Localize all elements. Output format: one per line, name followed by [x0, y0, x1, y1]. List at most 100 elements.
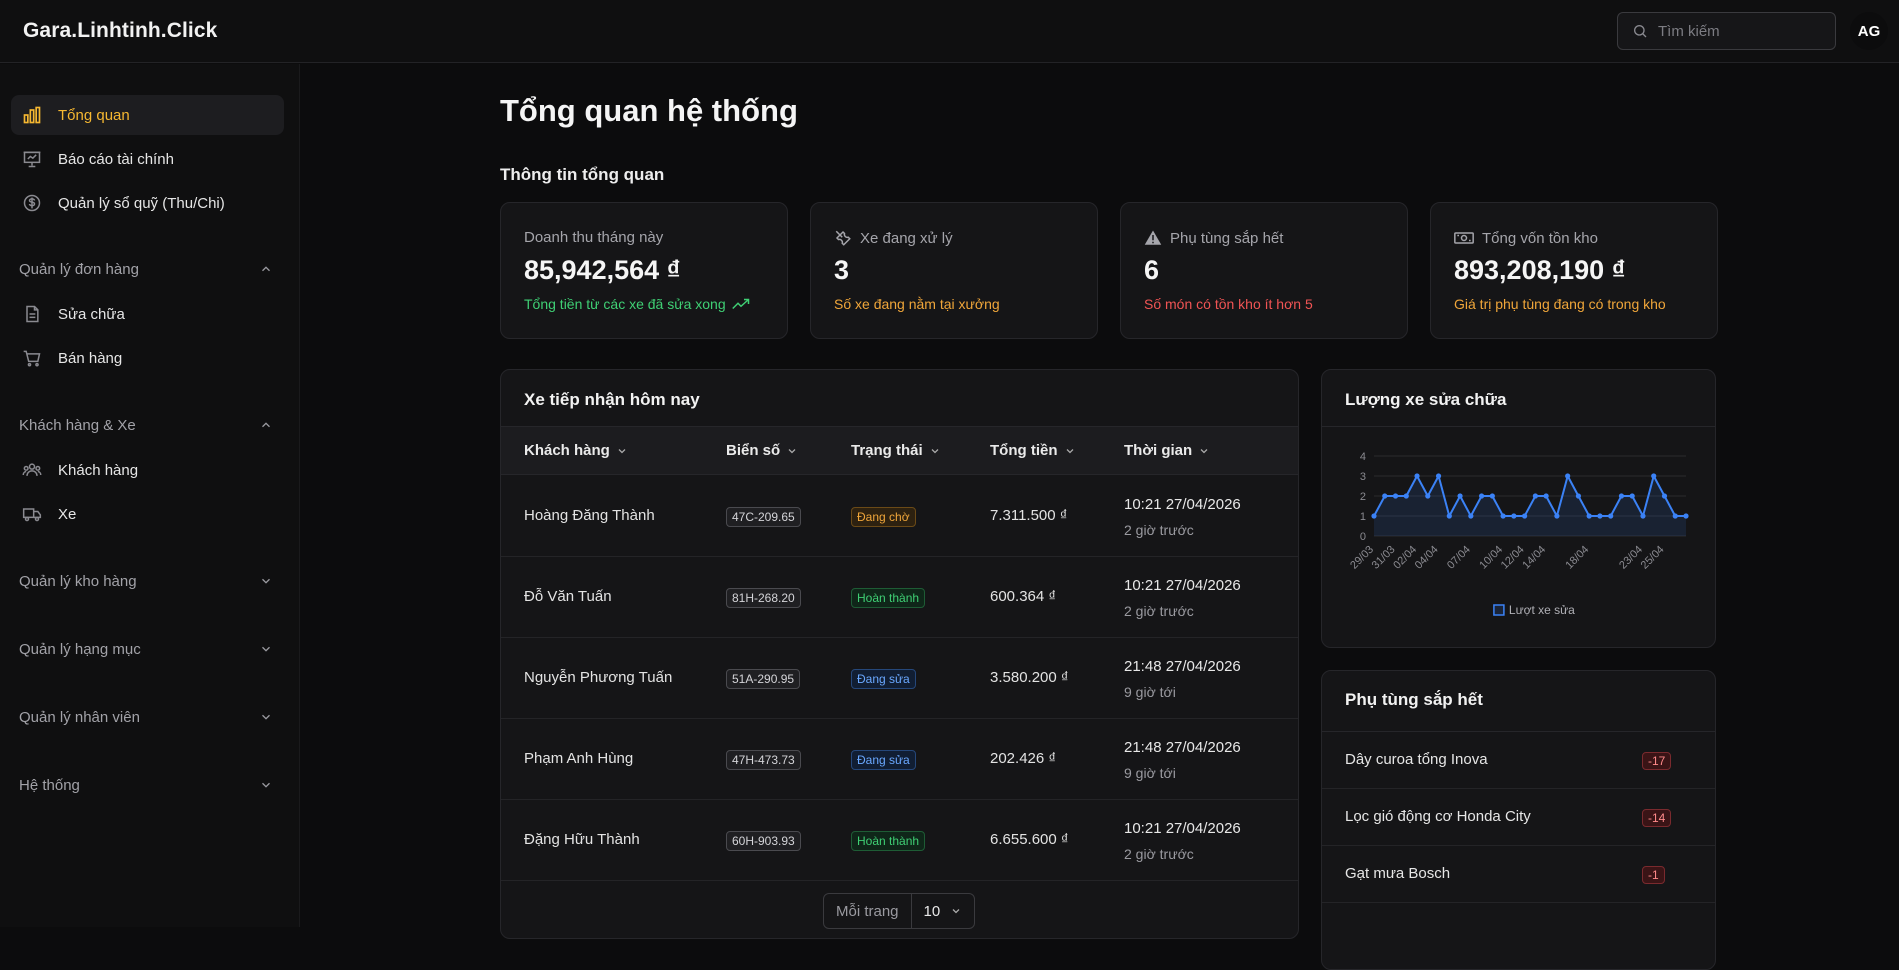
- x-tick-label: 29/03: [1348, 544, 1376, 572]
- sidebar-group-system[interactable]: Hệ thống: [19, 771, 273, 799]
- card-label-text: Phụ tùng sắp hết: [1170, 229, 1284, 247]
- column-header-status[interactable]: Trạng thái: [851, 442, 941, 459]
- tools-icon: [835, 230, 851, 246]
- chevron-down-icon: [1200, 448, 1208, 453]
- data-point: [1661, 493, 1668, 499]
- data-point: [1565, 473, 1571, 479]
- sidebar-group-inventory[interactable]: Quản lý kho hàng: [19, 567, 273, 595]
- list-item[interactable]: Lọc gió động cơ Honda City -14: [1322, 789, 1715, 846]
- status-badge: Hoàn thành: [851, 588, 926, 608]
- sidebar-item-repair[interactable]: Sửa chữa: [11, 294, 284, 334]
- card-label: Phụ tùng sắp hết: [1144, 229, 1283, 247]
- card-value: 85,942,564 ₫: [524, 255, 681, 285]
- repair-chart-title: Lượng xe sửa chữa: [1345, 390, 1507, 409]
- table-row[interactable]: Hoàng Đăng Thành 47C-209.65 Đang chờ 7.3…: [501, 476, 1298, 557]
- time: 10:21 27/04/2026: [1124, 496, 1241, 513]
- x-tick-label: 12/04: [1499, 544, 1527, 572]
- page-size-dropdown[interactable]: 10: [912, 894, 975, 928]
- card-sub: Số xe đang nằm tại xưởng: [834, 296, 1000, 312]
- sidebar-item-financial-report[interactable]: Báo cáo tài chính: [11, 139, 284, 179]
- card-value: 6: [1144, 255, 1160, 285]
- sidebar-group-categories[interactable]: Quản lý hạng mục: [19, 635, 273, 663]
- sidebar-item-cashbook[interactable]: Quản lý sổ quỹ (Thu/Chi): [11, 183, 284, 223]
- y-tick-label: 0: [1360, 531, 1366, 543]
- sidebar-group-staff[interactable]: Quản lý nhân viên: [19, 703, 273, 731]
- low-stock-card: Phụ tùng sắp hết 6 Số món có tồn kho ít …: [1120, 202, 1408, 339]
- column-header-time[interactable]: Thời gian: [1124, 442, 1210, 459]
- chevron-down-icon: [262, 782, 270, 788]
- column-header-label: Trạng thái: [851, 442, 923, 459]
- data-point: [1672, 513, 1678, 519]
- data-point: [1435, 473, 1442, 479]
- sidebar-item-vehicles[interactable]: Xe: [11, 494, 284, 534]
- dollar-circle-icon: [21, 192, 43, 214]
- card-label: Doanh thu tháng này: [524, 229, 664, 246]
- total-amount: 6.655.600 ₫: [990, 831, 1069, 848]
- column-header-label: Biển số: [726, 442, 781, 459]
- part-name: Lọc gió động cơ Honda City: [1345, 808, 1531, 825]
- card-sub-text: Số món có tồn kho ít hơn 5: [1144, 296, 1313, 312]
- sidebar-item-sales[interactable]: Bán hàng: [11, 338, 284, 378]
- sidebar-group-label: Quản lý nhân viên: [19, 708, 140, 726]
- table-row[interactable]: Phạm Anh Hùng 47H-473.73 Đang sửa 202.42…: [501, 719, 1298, 800]
- sidebar-group-orders[interactable]: Quản lý đơn hàng: [19, 255, 273, 283]
- status-badge: Hoàn thành: [851, 831, 926, 851]
- stock-badge: -17: [1642, 752, 1672, 770]
- status-badge: Đang sửa: [851, 669, 916, 689]
- data-point: [1683, 513, 1689, 519]
- low-stock-parts-title: Phụ tùng sắp hết: [1345, 690, 1483, 709]
- search-input[interactable]: [1658, 22, 1818, 40]
- data-point: [1500, 513, 1506, 519]
- brand-logo[interactable]: Gara.Linhtinh.Click: [23, 19, 217, 43]
- data-point: [1586, 513, 1592, 519]
- list-item[interactable]: Gạt mưa Bosch -1: [1322, 846, 1715, 903]
- table-row[interactable]: Đỗ Văn Tuấn 81H-268.20 Hoàn thành 600.36…: [501, 557, 1298, 638]
- sidebar-item-customers[interactable]: Khách hàng: [11, 450, 284, 490]
- chevron-down-icon: [931, 448, 939, 453]
- card-label: Xe đang xử lý: [834, 229, 953, 247]
- avatar[interactable]: AG: [1850, 12, 1888, 50]
- customer-name: Phạm Anh Hùng: [524, 750, 634, 767]
- time: 10:21 27/04/2026: [1124, 577, 1241, 594]
- sidebar-item-label: Tổng quan: [58, 106, 130, 124]
- license-plate: 47C-209.65: [726, 507, 801, 527]
- chevron-down-icon: [788, 448, 796, 453]
- users-icon: [21, 459, 43, 481]
- data-point: [1446, 513, 1452, 519]
- data-point: [1640, 513, 1646, 519]
- warning-icon: [1144, 230, 1162, 245]
- data-point: [1651, 473, 1657, 479]
- time: 10:21 27/04/2026: [1124, 820, 1241, 837]
- page-size-label: Mỗi trang: [824, 894, 912, 928]
- sidebar-group-label: Quản lý hạng mục: [19, 640, 141, 658]
- license-plate: 60H-903.93: [726, 831, 801, 851]
- x-tick-label: 07/04: [1445, 544, 1473, 572]
- customer-name: Đỗ Văn Tuấn: [524, 588, 612, 605]
- data-point: [1597, 513, 1603, 519]
- search-box[interactable]: [1617, 12, 1836, 50]
- part-name: Gạt mưa Bosch: [1345, 865, 1451, 882]
- sidebar-item-overview[interactable]: Tổng quan: [11, 95, 284, 135]
- column-header-total[interactable]: Tổng tiền: [990, 442, 1076, 459]
- data-point: [1629, 493, 1635, 499]
- low-stock-parts-panel: Phụ tùng sắp hết Dây curoa tổng Inova -1…: [1321, 670, 1716, 970]
- list-item[interactable]: Dây curoa tổng Inova -17: [1322, 732, 1715, 789]
- search-icon: [1634, 25, 1647, 38]
- truck-icon: [21, 503, 43, 525]
- table-row[interactable]: Đặng Hữu Thành 60H-903.93 Hoàn thành 6.6…: [501, 800, 1298, 881]
- y-tick-label: 4: [1360, 451, 1366, 463]
- legend-swatch: [1493, 604, 1505, 616]
- x-tick-label: 14/04: [1520, 544, 1548, 572]
- column-header-plate[interactable]: Biển số: [726, 442, 798, 459]
- data-point: [1371, 513, 1377, 519]
- data-point: [1457, 493, 1463, 499]
- page-size-selector[interactable]: Mỗi trang 10: [823, 893, 976, 929]
- repair-line-chart: 0 1 2 3 4 29/0331/0302/0404/04 07/04 10/0412/04…: [1348, 451, 1689, 617]
- total-amount: 600.364 ₫: [990, 588, 1057, 605]
- column-header-label: Thời gian: [1124, 442, 1193, 459]
- document-icon: [21, 303, 43, 325]
- sidebar-group-customers-vehicles[interactable]: Khách hàng & Xe: [19, 411, 273, 439]
- sidebar-item-label: Bán hàng: [58, 349, 123, 367]
- table-row[interactable]: Nguyễn Phương Tuấn 51A-290.95 Đang sửa 3…: [501, 638, 1298, 719]
- column-header-customer[interactable]: Khách hàng: [524, 442, 628, 459]
